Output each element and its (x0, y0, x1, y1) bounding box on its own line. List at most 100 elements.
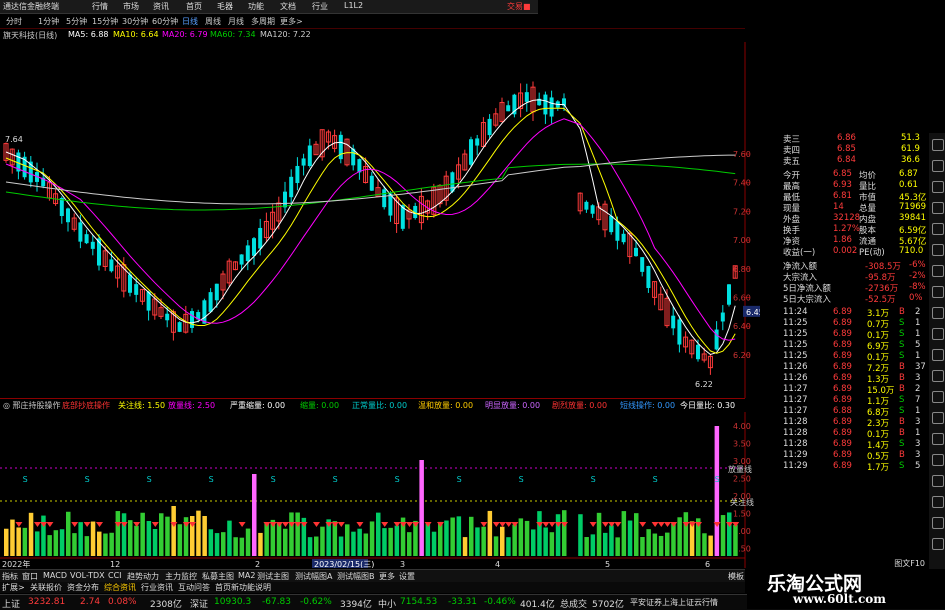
star-icon[interactable] (932, 265, 944, 277)
tick-count: 37 (915, 362, 926, 372)
zx-value: 7154.53 (400, 597, 438, 607)
menu-home[interactable]: 首页 (186, 1, 202, 12)
volume-bar (555, 514, 561, 556)
tag-icon[interactable] (932, 391, 944, 403)
volume-bar (84, 536, 90, 556)
tab-trend[interactable]: 趋势动力 (127, 571, 159, 582)
trade-button[interactable]: 交易■ (507, 1, 531, 12)
tab-new-features[interactable]: 首页新功能说明 (215, 582, 271, 593)
period-1min[interactable]: 1分钟 (38, 16, 59, 27)
lock-icon[interactable] (932, 517, 944, 529)
tick-time: 11:28 (783, 439, 808, 449)
candlestick-chart[interactable]: 7.607.407.207.006.806.606.406.206.456.22… (0, 42, 760, 398)
refresh-icon[interactable] (932, 496, 944, 508)
menu-l1l2[interactable]: L1L2 (344, 1, 363, 10)
volume-bar (524, 520, 530, 556)
volume-bar (227, 520, 232, 556)
period-monthly[interactable]: 月线 (228, 16, 244, 27)
signal-s-label: S (591, 475, 596, 484)
period-30min[interactable]: 30分钟 (122, 16, 148, 27)
period-daily[interactable]: 日线 (182, 16, 198, 27)
grid-icon[interactable] (932, 202, 944, 214)
app-title: 通达信金融终端 (3, 2, 59, 11)
tab-window[interactable]: 窗口 (22, 571, 38, 582)
flag-icon[interactable] (932, 349, 944, 361)
volume-bar (28, 512, 34, 556)
search-icon[interactable] (932, 328, 944, 340)
volume-bar (646, 529, 651, 556)
tab-related[interactable]: 关联报价 (30, 582, 62, 593)
menu-tools[interactable]: 毛器 (217, 1, 233, 12)
period-15min[interactable]: 15分钟 (92, 16, 118, 27)
tab-macd[interactable]: MACD (43, 571, 67, 580)
menu-functions[interactable]: 功能 (248, 1, 264, 12)
info-icon[interactable] (932, 412, 944, 424)
volume-bar (128, 520, 133, 556)
volume-bar (208, 529, 214, 556)
period-weekly[interactable]: 周线 (205, 16, 221, 27)
calc-icon[interactable] (932, 475, 944, 487)
volume-indicator-chart[interactable]: 4.003.503.002.502.001.501.000.50放量线关注线S S… (0, 412, 760, 568)
period-multi[interactable]: 多周期 (251, 16, 275, 27)
price-tick-label: 7.40 (733, 179, 751, 188)
stat-row: 收益(一) 0.002 PE(动) 710.0 (781, 246, 927, 258)
help-icon[interactable] (932, 433, 944, 445)
candle-body (727, 284, 731, 305)
chart-icon[interactable] (932, 181, 944, 193)
signal-marker (542, 522, 550, 527)
tab-test-main[interactable]: 测试主图 (257, 571, 289, 582)
period-timeshare[interactable]: 分时 (6, 16, 22, 27)
period-60min[interactable]: 60分钟 (152, 16, 178, 27)
volume-bar (621, 511, 627, 556)
tab-private-main[interactable]: 私募主图 (202, 571, 234, 582)
ind-severe-shrink: 严重缩量: 0.00 (230, 401, 286, 410)
gear-icon[interactable] (932, 244, 944, 256)
tab-more[interactable]: 更多 (379, 571, 395, 582)
flow-row: 5日大宗流入 -52.5万 0% (781, 293, 927, 305)
menu-docs[interactable]: 文档 (280, 1, 296, 12)
book-icon[interactable] (932, 223, 944, 235)
tab-ma2[interactable]: MA2 (238, 571, 255, 580)
f10-button[interactable]: 图文F10 (894, 558, 925, 569)
period-more[interactable]: 更多> (280, 16, 303, 27)
period-5min[interactable]: 5分钟 (66, 16, 87, 27)
tab-news[interactable]: 综合资讯 (104, 582, 136, 593)
candle-body (671, 315, 676, 329)
menu-market[interactable]: 市场 (123, 1, 139, 12)
tab-template[interactable]: 模板 (728, 571, 744, 582)
home-icon[interactable] (932, 139, 944, 151)
tick-count: 1 (915, 318, 921, 328)
tick-side: B (899, 307, 905, 317)
tab-vol[interactable]: VOL-TDX (70, 571, 105, 580)
indicator-title[interactable]: ◎ 邢庄持股操作 (3, 400, 61, 411)
tab-expand[interactable]: 扩展> (2, 582, 25, 593)
indicator-legend: ◎ 邢庄持股操作 底部抄底操作 关注线: 1.50 放量线: 2.50 严重缩量… (0, 400, 745, 412)
tab-qa[interactable]: 互动问答 (178, 582, 210, 593)
tick-time: 11:25 (783, 329, 808, 339)
tab-test-b[interactable]: 测试幅图B (337, 571, 375, 582)
candle-body (295, 165, 300, 184)
user-icon[interactable] (932, 307, 944, 319)
tick-row: 11:29 6.89 1.7万 S 5 (781, 461, 927, 473)
tab-fund[interactable]: 资金分布 (67, 582, 99, 593)
tick-price: 6.88 (833, 406, 852, 416)
tab-cci[interactable]: CCI (108, 571, 122, 580)
mail-icon[interactable] (932, 454, 944, 466)
menu-quotes[interactable]: 行情 (92, 1, 108, 12)
tab-main-monitor[interactable]: 主力监控 (165, 571, 197, 582)
share-icon[interactable] (932, 538, 944, 550)
menu-industry[interactable]: 行业 (312, 1, 328, 12)
bell-icon[interactable] (932, 286, 944, 298)
list-icon[interactable] (932, 160, 944, 172)
link-icon[interactable] (932, 370, 944, 382)
tab-settings[interactable]: 设置 (399, 571, 415, 582)
tab-industry-news[interactable]: 行业资讯 (141, 582, 173, 593)
candle-body (369, 175, 374, 191)
tick-row: 11:25 6.89 0.1万 S 1 (781, 351, 927, 363)
tab-indicator[interactable]: 指标 (2, 571, 18, 582)
signal-marker (356, 522, 364, 527)
candle-body (549, 97, 554, 117)
tab-test-a[interactable]: 测试幅图A (295, 571, 332, 582)
candle-body (646, 266, 651, 288)
menu-news[interactable]: 资讯 (153, 1, 169, 12)
